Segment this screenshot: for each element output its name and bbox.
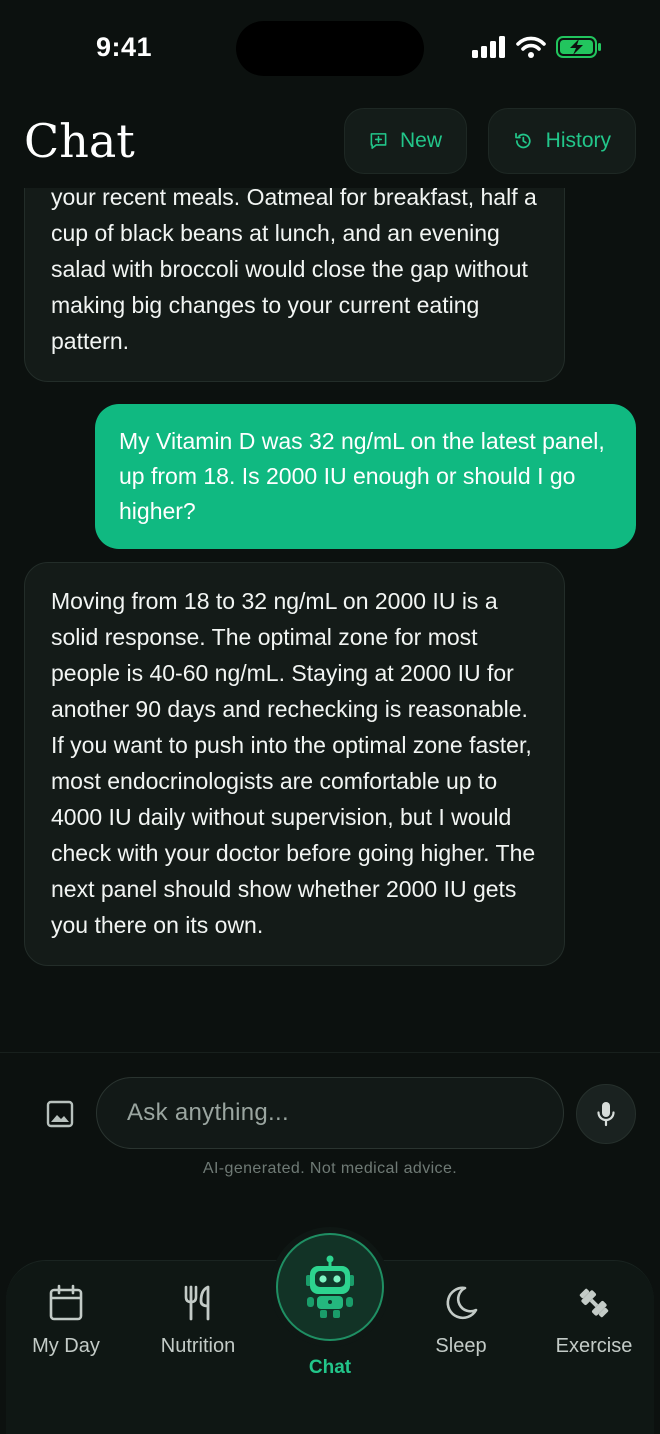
tab-label: Nutrition — [160, 1335, 236, 1357]
page-title: Chat — [24, 114, 135, 168]
chat-tab-circle — [276, 1233, 384, 1341]
voice-input-button[interactable] — [576, 1084, 636, 1144]
status-icons — [472, 36, 602, 58]
tab-chat[interactable]: Chat — [276, 1233, 384, 1379]
robot-icon — [306, 1255, 354, 1318]
composer-divider — [0, 1052, 660, 1053]
fork-knife-icon — [184, 1285, 210, 1321]
moon-icon — [446, 1286, 478, 1320]
tab-label: Chat — [308, 1357, 352, 1378]
chat-message-list[interactable]: your recent meals. Oatmeal for breakfast… — [0, 188, 660, 1052]
assistant-message: your recent meals. Oatmeal for breakfast… — [24, 188, 565, 382]
tab-sleep[interactable]: Sleep — [401, 1283, 521, 1358]
tab-label: Exercise — [555, 1335, 633, 1357]
chat-screen: 9:41 your recent meals. Oatmeal for brea… — [0, 0, 660, 1434]
wifi-icon — [516, 36, 546, 58]
bottom-tab-bar: My Day Nutrition Chat Sleep Exercise — [6, 1233, 654, 1434]
tab-label: Sleep — [435, 1335, 487, 1357]
chat-input-container[interactable] — [96, 1077, 564, 1149]
new-chat-icon — [370, 133, 387, 149]
image-icon — [46, 1100, 74, 1128]
status-time: 9:41 — [96, 32, 153, 62]
tab-exercise[interactable]: Exercise — [534, 1283, 654, 1358]
new-chat-label: New — [399, 129, 442, 152]
tab-label: My Day — [32, 1335, 100, 1357]
user-message: My Vitamin D was 32 ng/mL on the latest … — [95, 404, 636, 549]
page-header: Chat New History — [0, 96, 660, 188]
assistant-message: Moving from 18 to 32 ng/mL on 2000 IU is… — [24, 562, 565, 966]
history-label: History — [545, 129, 611, 152]
cellular-signal-icon — [472, 36, 505, 58]
tab-nutrition[interactable]: Nutrition — [138, 1283, 258, 1358]
calendar-icon — [49, 1284, 83, 1321]
ai-disclaimer: AI-generated. Not medical advice. — [202, 1160, 458, 1177]
tab-my-day[interactable]: My Day — [6, 1283, 126, 1358]
history-icon — [515, 132, 531, 149]
dumbbell-icon — [579, 1288, 609, 1318]
attach-image-button[interactable] — [40, 1094, 80, 1134]
battery-charging-icon — [556, 36, 601, 58]
new-chat-button[interactable]: New — [344, 108, 467, 174]
microphone-icon — [597, 1102, 615, 1127]
dynamic-island — [236, 21, 424, 76]
history-button[interactable]: History — [488, 108, 636, 174]
status-bar: 9:41 — [0, 0, 660, 96]
chat-input[interactable] — [97, 1078, 563, 1148]
